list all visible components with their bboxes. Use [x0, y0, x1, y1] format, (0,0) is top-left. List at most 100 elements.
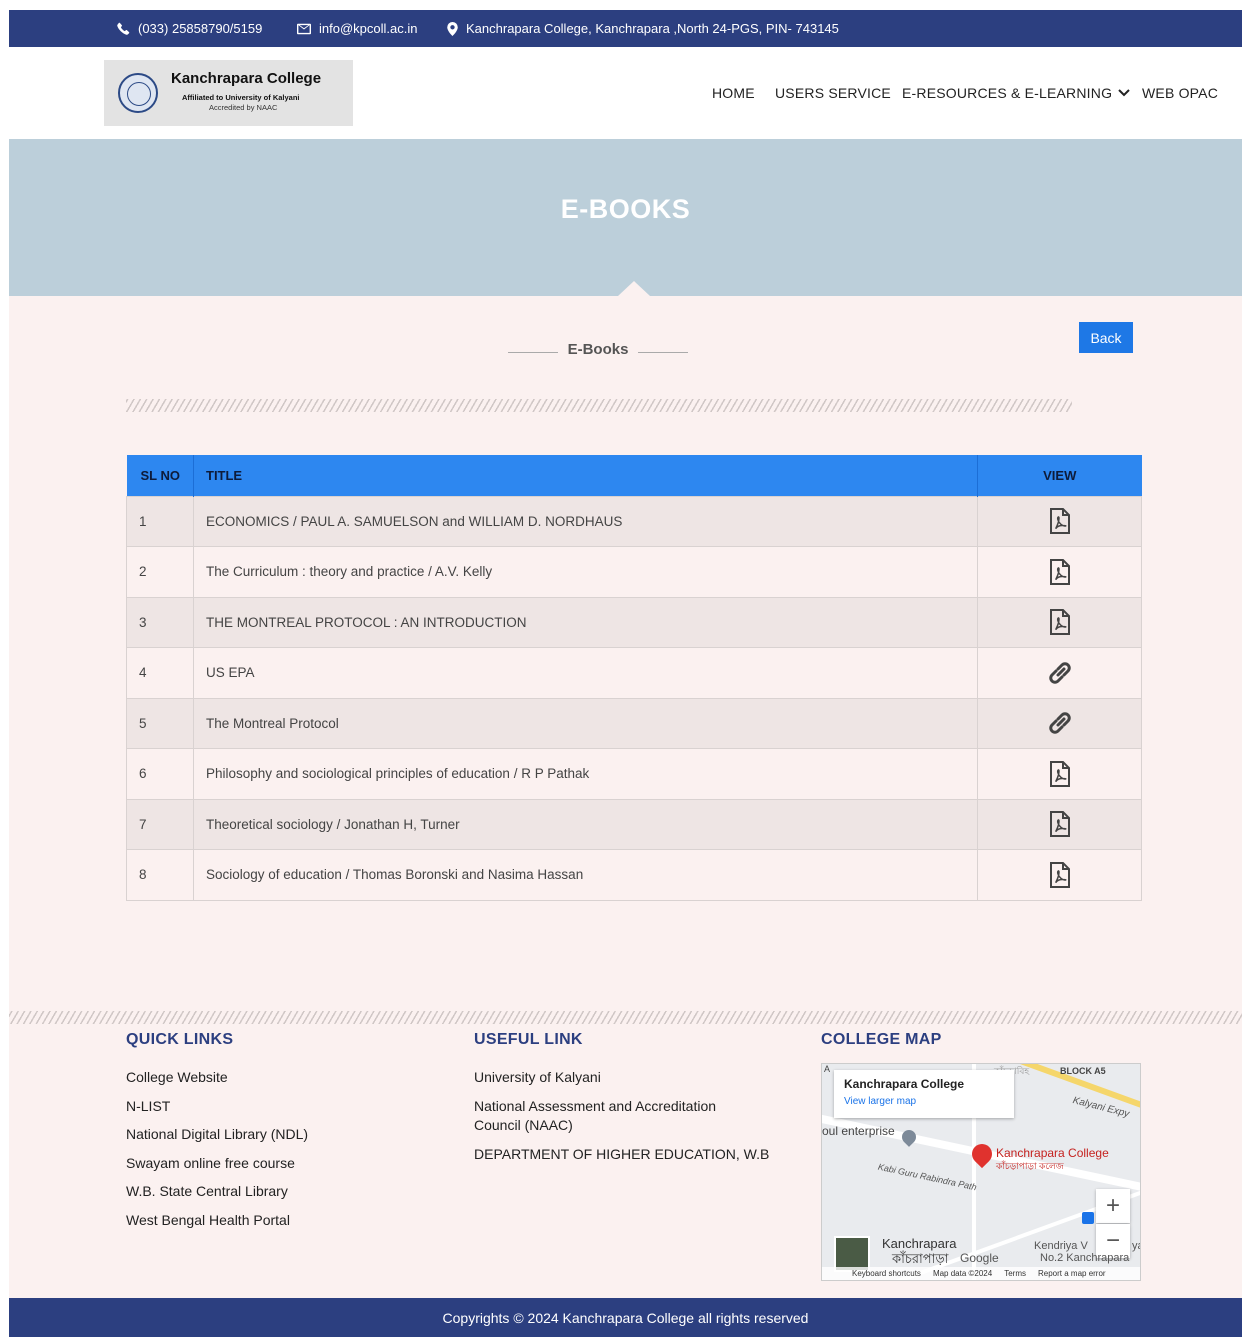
- map-zoom-in-button[interactable]: +: [1096, 1189, 1130, 1223]
- banner-notch: [618, 281, 650, 296]
- row-view: [977, 748, 1142, 800]
- college-map-title: COLLEGE MAP: [821, 1031, 942, 1048]
- map-pin-label-bn: কাঁচড়াপাড়া কলেজ: [996, 1161, 1064, 1171]
- section-divider: [126, 399, 1072, 412]
- header-sl-no: SL NO: [126, 455, 194, 496]
- row-sl-no: 7: [126, 798, 194, 850]
- table-row: 4 US EPA: [126, 647, 1142, 699]
- map-marker-icon: [447, 21, 458, 36]
- phone-icon: [117, 22, 130, 35]
- page: (033) 25858790/5159 info@kpcoll.ac.in Ka…: [9, 10, 1242, 1337]
- nav-eresources[interactable]: E-RESOURCES & E-LEARNING: [902, 47, 1130, 139]
- row-title: ECONOMICS / PAUL A. SAMUELSON and WILLIA…: [193, 495, 978, 547]
- back-button[interactable]: Back: [1079, 322, 1133, 353]
- map-pin-label: Kanchrapara College: [996, 1146, 1109, 1160]
- table-row: 7 Theoretical sociology / Jonathan H, Tur…: [126, 798, 1142, 850]
- logo-accreditation: Accredited by NAAC: [209, 103, 278, 112]
- college-logo[interactable]: Kanchrapara College Affiliated to Univer…: [104, 60, 353, 126]
- map-label-road: Kabi Guru Rabindra Path: [877, 1161, 978, 1193]
- map-attribution: Keyboard shortcuts Map data ©2024 Terms …: [822, 1267, 1140, 1280]
- page-banner: E-BOOKS: [9, 139, 1242, 296]
- map-keyboard-shortcuts[interactable]: Keyboard shortcuts: [852, 1269, 921, 1278]
- map-view-larger-link[interactable]: View larger map: [844, 1096, 916, 1107]
- row-title: US EPA: [193, 647, 978, 699]
- map-data: Map data ©2024: [932, 1269, 993, 1278]
- map-terms[interactable]: Terms: [1004, 1269, 1026, 1278]
- contact-bar: (033) 25858790/5159 info@kpcoll.ac.in Ka…: [9, 10, 1242, 47]
- ebooks-table: SL NO TITLE VIEW 1 ECONOMICS / PAUL A. SA…: [126, 455, 1142, 901]
- useful-link-naac-line1: National Assessment and Accreditation: [474, 1098, 717, 1114]
- pdf-icon[interactable]: [1049, 558, 1071, 585]
- row-view: [977, 647, 1142, 699]
- phone-text: (033) 25858790/5159: [138, 21, 263, 36]
- table-row: 3 THE MONTREAL PROTOCOL : AN INTRODUCTION: [126, 596, 1142, 648]
- row-view: [977, 798, 1142, 850]
- pdf-icon[interactable]: [1049, 861, 1071, 888]
- useful-link-naac-line2: Council (NAAC): [474, 1117, 573, 1133]
- row-view: [977, 697, 1142, 749]
- address-contact: Kanchrapara College, Kanchrapara ,North …: [447, 10, 839, 47]
- copyright-bar: Copyrights © 2024 Kanchrapara College al…: [9, 1298, 1242, 1337]
- row-view: [977, 596, 1142, 648]
- header-title: TITLE: [193, 455, 978, 496]
- college-map[interactable]: A কাঁচড়াবিহ BLOCK A5 Kalyani Expy oul e…: [821, 1063, 1141, 1281]
- row-title: The Montreal Protocol: [193, 697, 978, 749]
- link-icon[interactable]: [1046, 712, 1074, 734]
- table-row: 6 Philosophy and sociological principles …: [126, 748, 1142, 800]
- nav-users-service[interactable]: USERS SERVICE: [775, 47, 891, 139]
- pdf-icon[interactable]: [1049, 508, 1071, 535]
- useful-link-kalyani[interactable]: University of Kalyani: [474, 1068, 601, 1087]
- nav-home[interactable]: HOME: [712, 47, 755, 139]
- email-contact[interactable]: info@kpcoll.ac.in: [297, 10, 417, 47]
- table-row: 1 ECONOMICS / PAUL A. SAMUELSON and WILLI…: [126, 495, 1142, 547]
- quick-link-college-website[interactable]: College Website: [126, 1068, 228, 1087]
- quick-link-state-library[interactable]: W.B. State Central Library: [126, 1182, 288, 1201]
- quick-links-title: QUICK LINKS: [126, 1031, 234, 1048]
- map-label-block: BLOCK A5: [1060, 1066, 1106, 1076]
- row-title: Philosophy and sociological principles o…: [193, 748, 978, 800]
- table-row: 2 The Curriculum : theory and practice / …: [126, 546, 1142, 598]
- pdf-icon[interactable]: [1049, 760, 1071, 787]
- quick-link-ndl[interactable]: National Digital Library (NDL): [126, 1125, 308, 1144]
- nav-eresources-label: E-RESOURCES & E-LEARNING: [902, 85, 1113, 101]
- pdf-icon[interactable]: [1049, 811, 1071, 838]
- quick-link-swayam[interactable]: Swayam online free course: [126, 1154, 295, 1173]
- header-view: VIEW: [977, 455, 1142, 496]
- row-sl-no: 6: [126, 748, 194, 800]
- map-label-kv1b: ya: [1132, 1240, 1140, 1252]
- row-title: Sociology of education / Thomas Boronski…: [193, 849, 978, 901]
- row-title: THE MONTREAL PROTOCOL : AN INTRODUCTION: [193, 596, 978, 648]
- quick-link-health-portal[interactable]: West Bengal Health Portal: [126, 1211, 290, 1230]
- transit-icon: [1082, 1212, 1094, 1224]
- map-label-enterprise: oul enterprise: [822, 1124, 895, 1138]
- quick-link-n-list[interactable]: N-LIST: [126, 1097, 170, 1116]
- logo-title: Kanchrapara College: [171, 70, 322, 87]
- table-row: 5 The Montreal Protocol: [126, 697, 1142, 749]
- section-title: E-Books: [508, 341, 688, 361]
- map-label-town: Kanchrapara: [882, 1236, 957, 1251]
- row-title: The Curriculum : theory and practice / A…: [193, 546, 978, 598]
- address-text: Kanchrapara College, Kanchrapara ,North …: [466, 21, 839, 36]
- envelope-icon: [297, 23, 311, 34]
- useful-link-naac[interactable]: National Assessment and Accreditation Co…: [474, 1097, 716, 1135]
- table-row: 8 Sociology of education / Thomas Boronsk…: [126, 849, 1142, 901]
- pdf-icon[interactable]: [1049, 609, 1071, 636]
- useful-link-title: USEFUL LINK: [474, 1031, 583, 1048]
- row-sl-no: 8: [126, 849, 194, 901]
- map-report-error[interactable]: Report a map error: [1038, 1269, 1106, 1278]
- nav-web-opac[interactable]: WEB OPAC: [1142, 47, 1218, 139]
- footer-divider: [9, 1011, 1242, 1024]
- phone-contact[interactable]: (033) 25858790/5159: [117, 10, 262, 47]
- row-sl-no: 5: [126, 697, 194, 749]
- link-icon[interactable]: [1046, 662, 1074, 684]
- chevron-down-icon: [1118, 89, 1130, 97]
- table-header-row: SL NO TITLE VIEW: [126, 455, 1142, 496]
- useful-link-higher-education[interactable]: DEPARTMENT OF HIGHER EDUCATION, W.B: [474, 1145, 769, 1164]
- map-place-name: Kanchrapara College: [844, 1077, 965, 1091]
- row-sl-no: 3: [126, 596, 194, 648]
- site-header: Kanchrapara College Affiliated to Univer…: [9, 47, 1242, 139]
- map-label-kv2: No.2 Kanchrapara: [1040, 1252, 1130, 1264]
- row-sl-no: 1: [126, 495, 194, 547]
- row-view: [977, 546, 1142, 598]
- row-view: [977, 495, 1142, 547]
